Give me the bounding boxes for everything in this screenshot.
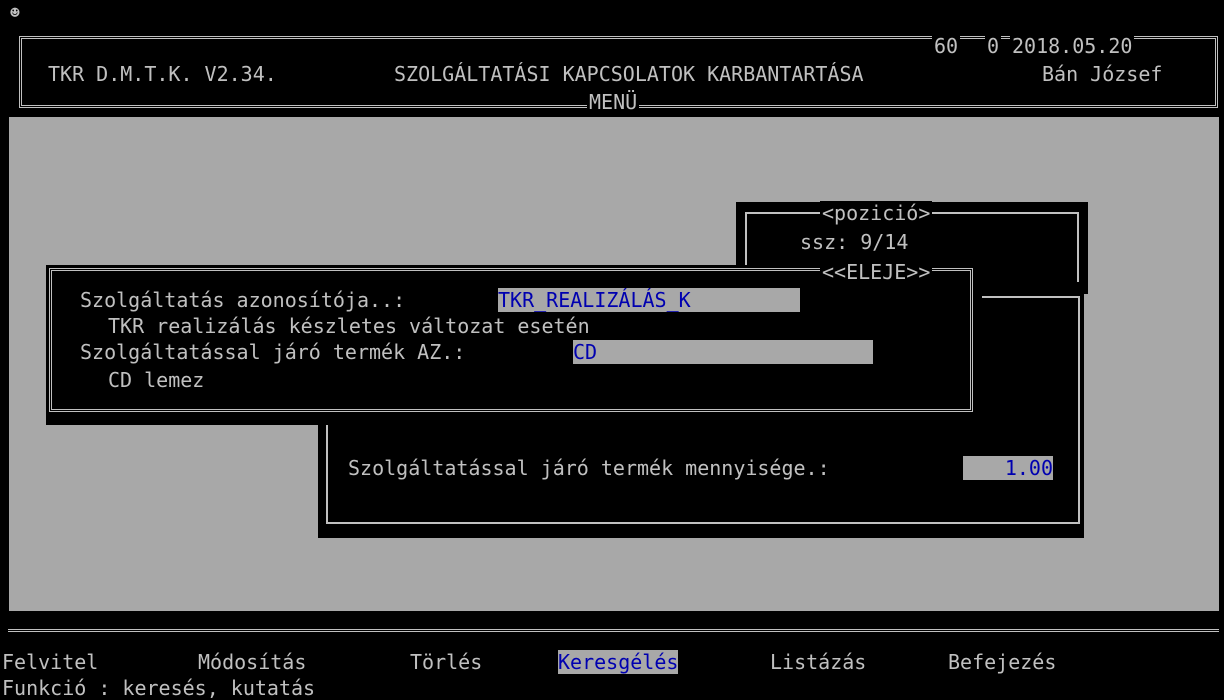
menu-item-listazas[interactable]: Listázás [770, 650, 866, 674]
header-user: Bán József [1042, 62, 1163, 86]
menu-item-torles[interactable]: Törlés [410, 650, 482, 674]
position-record: ssz: 9/14 [800, 230, 909, 254]
service-id-value: TKR_REALIZÁLÁS_K [498, 288, 691, 312]
header-counter-a: 60 [932, 34, 961, 58]
header-screen-title: SZOLGÁLTATÁSI KAPCSOLATOK KARBANTARTÁSA [394, 62, 864, 86]
position-bottom-tag: <<ELEJE>> [820, 260, 933, 284]
function-description: Funkció : keresés, kutatás [2, 676, 316, 700]
header-counter-b: 0 [985, 34, 1002, 58]
quantity-label: Szolgáltatással járó termék mennyisége.: [348, 456, 830, 480]
menu-item-befejezes[interactable]: Befejezés [948, 650, 1056, 674]
service-id-field[interactable]: TKR_REALIZÁLÁS_K [498, 288, 800, 312]
service-id-label: Szolgáltatás azonosítója..: [80, 288, 406, 312]
product-id-value: CD [573, 340, 598, 364]
menu-item-modositas[interactable]: Módosítás [198, 650, 306, 674]
menu-separator [8, 629, 1219, 632]
quantity-value: 1.00 [1004, 456, 1053, 480]
menu-item-felvitel[interactable]: Felvitel [2, 650, 98, 674]
quantity-field[interactable]: 1.00 [963, 456, 1053, 480]
terminal-smiley-icon: ☻ [10, 3, 20, 22]
product-id-label: Szolgáltatással járó termék AZ.: [80, 340, 466, 364]
header-menu-label[interactable]: MENÜ [587, 90, 640, 114]
menu-item-keresgeles[interactable]: Keresgélés [558, 650, 679, 674]
header-app-title: TKR D.M.T.K. V2.34. [48, 62, 277, 86]
product-id-field[interactable]: CD [573, 340, 873, 364]
header-date: 2018.05.20 [1010, 34, 1135, 58]
service-description: TKR realizálás készletes változat esetén [108, 314, 590, 338]
position-title: <pozició> [820, 201, 933, 225]
product-description: CD lemez [108, 368, 205, 392]
